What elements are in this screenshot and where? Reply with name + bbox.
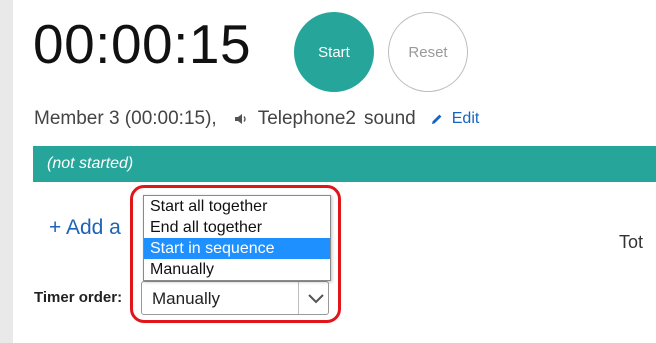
timer-display: 00:00:15 [33, 13, 252, 75]
edit-label: Edit [451, 110, 480, 127]
timer-order-label: Timer order: [34, 289, 123, 306]
edit-link[interactable]: Edit [430, 110, 480, 128]
timer-panel: 00:00:15 Start Reset Member 3 (00:00:15)… [13, 0, 656, 343]
member-info: Member 3 (00:00:15), Telephone2 sound Ed… [34, 108, 479, 130]
pencil-icon [431, 114, 442, 124]
status-bar: (not started) [33, 146, 656, 182]
annotation-highlight [130, 185, 341, 323]
add-member-link[interactable]: + Add a [49, 216, 121, 240]
start-button[interactable]: Start [294, 12, 374, 92]
sound-name: Telephone2 [257, 108, 356, 129]
speaker-icon [233, 111, 249, 127]
sound-label: sound [363, 108, 416, 129]
member-text: Member 3 (00:00:15), [34, 108, 217, 129]
status-text: (not started) [47, 155, 134, 172]
reset-button[interactable]: Reset [388, 12, 468, 92]
total-label: Tot [619, 232, 644, 252]
